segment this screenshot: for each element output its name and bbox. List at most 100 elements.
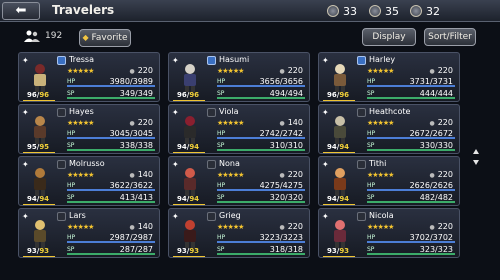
traveler-lv: 95 (27, 143, 37, 151)
traveler-portrait (34, 64, 46, 92)
guild-value: 35 (385, 4, 399, 18)
weapon-slot-icon (57, 108, 66, 117)
sp-label: SP (367, 246, 375, 253)
sp-row: SP 320/320 (217, 193, 305, 203)
traveler-portrait (334, 116, 346, 144)
traveler-lv-max: 96 (39, 91, 50, 99)
rarity-stars: ★★★★★ (67, 171, 94, 179)
hp-bar (367, 189, 455, 191)
sp-label: SP (367, 90, 375, 97)
sp-row: SP 330/330 (367, 141, 455, 151)
hp-label: HP (367, 234, 376, 241)
scroll-handle-icon[interactable] (472, 148, 480, 166)
traveler-card[interactable]: ✦ 93/93 Grieg ★★★★★ ● 220 HP 3223/3223 SP… (168, 208, 310, 258)
traveler-card[interactable]: ✦ 96/96 Hasumi ★★★★★ ● 220 HP 3656/3656 S… (168, 52, 310, 102)
rank-gem-icon: ● (429, 68, 435, 75)
hp-bar (367, 137, 455, 139)
traveler-name: Tressa (69, 55, 94, 64)
favorite-button[interactable]: ◆ Favorite (79, 29, 131, 47)
traveler-card[interactable]: ✦ 94/94 Heathcote ★★★★★ ● 220 HP 2672/267… (318, 104, 460, 154)
traveler-rank: ● 220 (429, 170, 453, 179)
traveler-lv-max: 94 (189, 143, 200, 151)
hp-bar (67, 137, 155, 139)
weapon-slot-icon (207, 56, 216, 65)
traveler-name: Harley (369, 55, 396, 64)
rank-gem-icon: ● (279, 68, 285, 75)
sp-label: SP (67, 90, 75, 97)
traveler-card[interactable]: ✦ 96/96 Harley ★★★★★ ● 220 HP 3731/3731 S… (318, 52, 460, 102)
hp-label: HP (67, 78, 76, 85)
traveler-rank: ● 140 (129, 222, 153, 231)
sp-bar (217, 253, 305, 255)
hp-bar (367, 85, 455, 87)
traveler-card[interactable]: ✦ 93/93 Nicola ★★★★★ ● 220 HP 3702/3702 S… (318, 208, 460, 258)
level-bar (23, 256, 55, 257)
traveler-name: Grieg (219, 211, 241, 220)
traveler-lv: 93 (27, 247, 37, 255)
traveler-portrait (334, 168, 346, 196)
hp-row: HP 3656/3656 (217, 77, 305, 87)
hp-row: HP 4275/4275 (217, 181, 305, 191)
traveler-lv: 93 (177, 247, 187, 255)
traveler-lv-max: 95 (39, 143, 50, 151)
hp-bar (217, 85, 305, 87)
hp-row: HP 3731/3731 (367, 77, 455, 87)
traveler-lv: 94 (27, 195, 37, 203)
weapon-slot-icon (357, 160, 366, 169)
hp-label: HP (217, 182, 226, 189)
traveler-rank-value: 140 (137, 170, 153, 179)
level-bar (323, 100, 355, 101)
display-button[interactable]: Display (362, 28, 416, 46)
sp-row: SP 444/444 (367, 89, 455, 99)
traveler-rank-value: 220 (287, 66, 303, 75)
traveler-card[interactable]: ✦ 94/94 Tithi ★★★★★ ● 220 HP 2626/2626 SP… (318, 156, 460, 206)
hp-row: HP 3702/3702 (367, 233, 455, 243)
traveler-card[interactable]: ✦ 93/93 Lars ★★★★★ ● 140 HP 2987/2987 SP … (18, 208, 160, 258)
sort-filter-button[interactable]: Sort/Filter (424, 28, 476, 46)
rank-gem-icon: ● (129, 120, 135, 127)
traveler-card[interactable]: ✦ 94/94 Nona ★★★★★ ● 220 HP 4275/4275 SP … (168, 156, 310, 206)
back-button[interactable]: ⬅ (2, 2, 40, 20)
traveler-lv: 96 (27, 91, 37, 99)
traveler-rank-value: 220 (287, 170, 303, 179)
rank-gem-icon: ● (129, 172, 135, 179)
traveler-level-display: 94/94 (327, 143, 350, 151)
hp-row: HP 3622/3622 (67, 181, 155, 191)
level-bar (323, 152, 355, 153)
traveler-lv-max: 93 (339, 247, 350, 255)
sp-row: SP 413/413 (67, 193, 155, 203)
hp-row: HP 2626/2626 (367, 181, 455, 191)
traveler-rank-value: 220 (137, 118, 153, 127)
rank-value: 33 (343, 4, 357, 18)
hp-bar (217, 137, 305, 139)
traveler-card[interactable]: ✦ 96/96 Tressa ★★★★★ ● 220 HP 3980/3989 S… (18, 52, 160, 102)
traveler-card[interactable]: ✦ 94/94 Viola ★★★★★ ● 140 HP 2742/2742 SP… (168, 104, 310, 154)
traveler-grid: ✦ 96/96 Tressa ★★★★★ ● 220 HP 3980/3989 S… (18, 52, 470, 270)
traveler-card[interactable]: ✦ 94/94 Molrusso ★★★★★ ● 140 HP 3622/3622… (18, 156, 160, 206)
traveler-card[interactable]: ✦ 95/95 Hayes ★★★★★ ● 220 HP 3045/3045 SP… (18, 104, 160, 154)
traveler-level-display: 94/94 (27, 195, 50, 203)
traveler-portrait (184, 220, 196, 248)
traveler-level-display: 95/95 (27, 143, 50, 151)
traveler-lv-max: 94 (39, 195, 50, 203)
hp-label: HP (367, 78, 376, 85)
sp-bar (367, 201, 455, 203)
sp-bar (217, 149, 305, 151)
sp-bar (367, 149, 455, 151)
rarity-stars: ★★★★★ (217, 119, 244, 127)
guild-resource: 35 (369, 3, 399, 19)
weapon-slot-icon (57, 160, 66, 169)
level-bar (173, 152, 205, 153)
rank-gem-icon: ● (429, 224, 435, 231)
sp-row: SP 482/482 (367, 193, 455, 203)
rarity-stars: ★★★★★ (217, 67, 244, 75)
traveler-level-display: 94/94 (177, 143, 200, 151)
traveler-portrait (34, 116, 46, 144)
hp-row: HP 2742/2742 (217, 129, 305, 139)
diamond-icon: ◆ (82, 33, 89, 42)
traveler-rank: ● 220 (279, 170, 303, 179)
hp-bar (217, 241, 305, 243)
hp-bar (217, 189, 305, 191)
rarity-stars: ★★★★★ (67, 119, 94, 127)
traveler-name: Heathcote (369, 107, 411, 116)
